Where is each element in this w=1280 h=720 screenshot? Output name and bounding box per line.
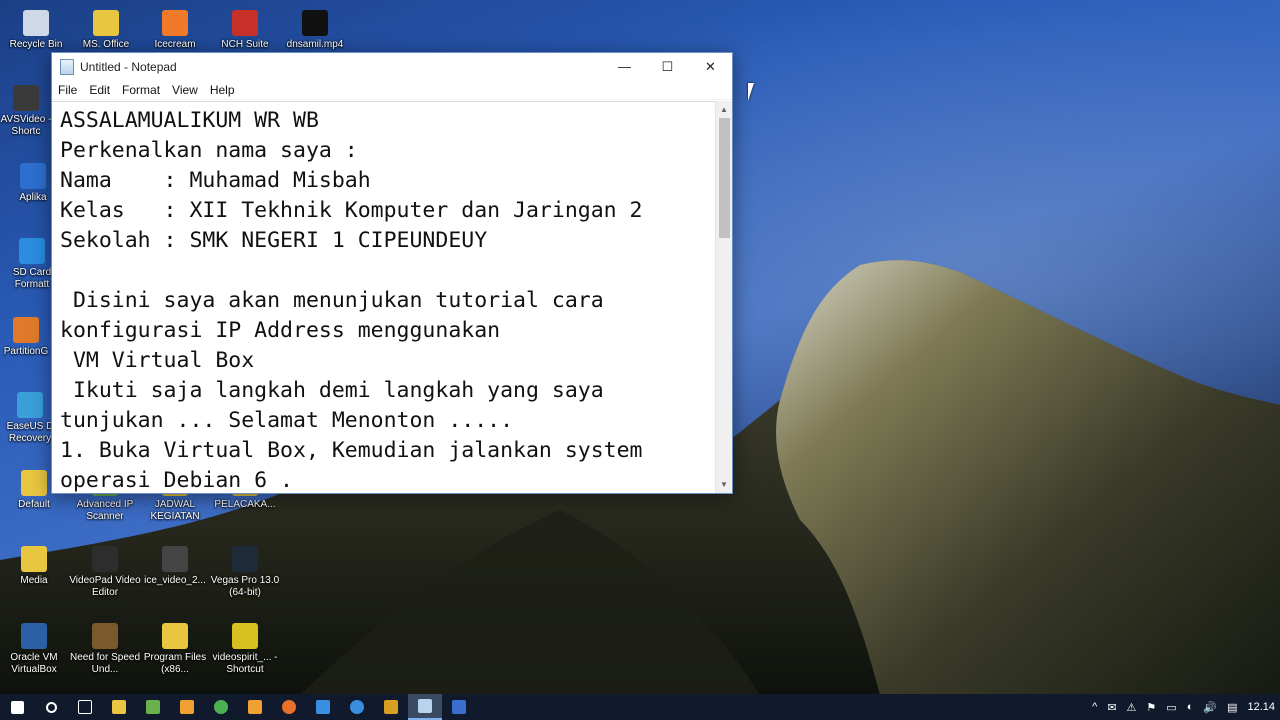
taskbar-media-player[interactable] <box>238 694 272 720</box>
virtualbox-icon <box>21 623 47 649</box>
desktop-icon[interactable]: Icecream <box>139 10 211 51</box>
partition-icon <box>13 317 39 343</box>
task-view-icon <box>78 700 92 714</box>
taskbar-search[interactable] <box>34 694 68 720</box>
taskbar-task-view[interactable] <box>68 694 102 720</box>
taskbar-network-tool[interactable] <box>306 694 340 720</box>
taskbar: ^ ✉ ⚠ ⚑ ▭ ◐ 🔊 ▤ 12.14 <box>0 694 1280 720</box>
game-icon <box>92 623 118 649</box>
vegas-pro-icon <box>232 546 258 572</box>
desktop-icon[interactable]: ice_video_2... <box>139 546 211 587</box>
videopad-icon <box>92 546 118 572</box>
desktop-icon[interactable]: dnsamil.mp4 <box>279 10 351 51</box>
menu-view[interactable]: View <box>172 83 198 97</box>
desktop-icon[interactable]: Vegas Pro 13.0 (64-bit) <box>209 546 281 599</box>
taskbar-app[interactable] <box>170 694 204 720</box>
folder-icon <box>162 623 188 649</box>
store-icon <box>146 700 160 714</box>
close-button[interactable]: ✕ <box>689 53 732 80</box>
icecream-icon <box>162 10 188 36</box>
taskbar-ie[interactable] <box>340 694 374 720</box>
windows-logo-icon <box>10 700 24 714</box>
nch-suite-icon <box>232 10 258 36</box>
sd-card-icon <box>19 238 45 264</box>
desktop-icon[interactable]: MS. Office <box>70 10 142 51</box>
tray-battery-icon[interactable]: ▭ <box>1166 701 1176 714</box>
video-file-icon <box>162 546 188 572</box>
taskbar-notepad[interactable] <box>408 694 442 720</box>
scroll-up-icon[interactable]: ▲ <box>716 101 732 118</box>
text-editor[interactable]: ASSALAMUALIKUM WR WB Perkenalkan nama sa… <box>52 101 715 493</box>
search-icon <box>45 701 57 713</box>
clock[interactable]: 12.14 <box>1247 701 1275 713</box>
vertical-scrollbar[interactable]: ▲ ▼ <box>715 101 732 493</box>
folder-icon <box>21 546 47 572</box>
app-icon <box>180 700 194 714</box>
avs-video-icon <box>13 85 39 111</box>
videopad-icon <box>384 700 398 714</box>
network-tool-icon <box>316 700 330 714</box>
office-icon <box>93 10 119 36</box>
recycle-bin-icon <box>23 10 49 36</box>
videospirit-icon <box>232 623 258 649</box>
scroll-down-icon[interactable]: ▼ <box>716 476 732 493</box>
desktop-icon[interactable]: videospirit_... - Shortcut <box>209 623 281 676</box>
desktop-icon[interactable]: VideoPad Video Editor <box>69 546 141 599</box>
desktop-icon[interactable]: NCH Suite <box>209 10 281 51</box>
tray-mail-icon[interactable]: ✉ <box>1107 701 1116 714</box>
scroll-thumb[interactable] <box>719 118 730 238</box>
menu-format[interactable]: Format <box>122 83 160 97</box>
notepad-window[interactable]: Untitled - Notepad — ☐ ✕ File Edit Forma… <box>51 52 733 494</box>
tray-network-icon[interactable]: ◐ <box>1187 701 1194 713</box>
taskbar-videopad[interactable] <box>374 694 408 720</box>
tray-flag-icon[interactable]: ⚑ <box>1146 701 1156 714</box>
desktop-icon[interactable]: Program Files (x86... <box>139 623 211 676</box>
tray-volume-icon[interactable]: 🔊 <box>1203 701 1217 714</box>
firefox-icon <box>282 700 296 714</box>
maximize-button[interactable]: ☐ <box>646 53 689 80</box>
desktop-icon[interactable]: Recycle Bin <box>0 10 72 51</box>
folder-icon <box>21 470 47 496</box>
easeus-icon <box>17 392 43 418</box>
menu-bar: File Edit Format View Help <box>52 80 732 100</box>
video-file-icon <box>302 10 328 36</box>
desktop-icon[interactable]: Media <box>0 546 70 587</box>
notepad-icon <box>60 58 74 75</box>
calculator-icon <box>452 700 466 714</box>
title-bar[interactable]: Untitled - Notepad — ☐ ✕ <box>52 53 732 80</box>
menu-edit[interactable]: Edit <box>89 83 110 97</box>
taskbar-chrome[interactable] <box>204 694 238 720</box>
app-icon <box>20 163 46 189</box>
mouse-pointer-icon <box>748 83 754 101</box>
folder-icon <box>112 700 126 714</box>
tray-keyboard-icon[interactable]: ▤ <box>1227 701 1237 714</box>
desktop-icon[interactable]: Need for Speed Und... <box>69 623 141 676</box>
tray-overflow-icon[interactable]: ^ <box>1092 701 1097 713</box>
taskbar-file-explorer[interactable] <box>102 694 136 720</box>
taskbar-store[interactable] <box>136 694 170 720</box>
taskbar-firefox[interactable] <box>272 694 306 720</box>
system-tray: ^ ✉ ⚠ ⚑ ▭ ◐ 🔊 ▤ 12.14 <box>1087 694 1280 720</box>
menu-file[interactable]: File <box>58 83 77 97</box>
menu-help[interactable]: Help <box>210 83 235 97</box>
minimize-button[interactable]: — <box>603 53 646 80</box>
desktop-icon[interactable]: Oracle VM VirtualBox <box>0 623 70 676</box>
tray-warning-icon[interactable]: ⚠ <box>1127 701 1137 714</box>
taskbar-calculator[interactable] <box>442 694 476 720</box>
window-title: Untitled - Notepad <box>80 59 177 74</box>
notepad-icon <box>418 699 432 713</box>
ie-icon <box>350 700 364 714</box>
start-button[interactable] <box>0 694 34 720</box>
media-player-icon <box>248 700 262 714</box>
chrome-icon <box>214 700 228 714</box>
